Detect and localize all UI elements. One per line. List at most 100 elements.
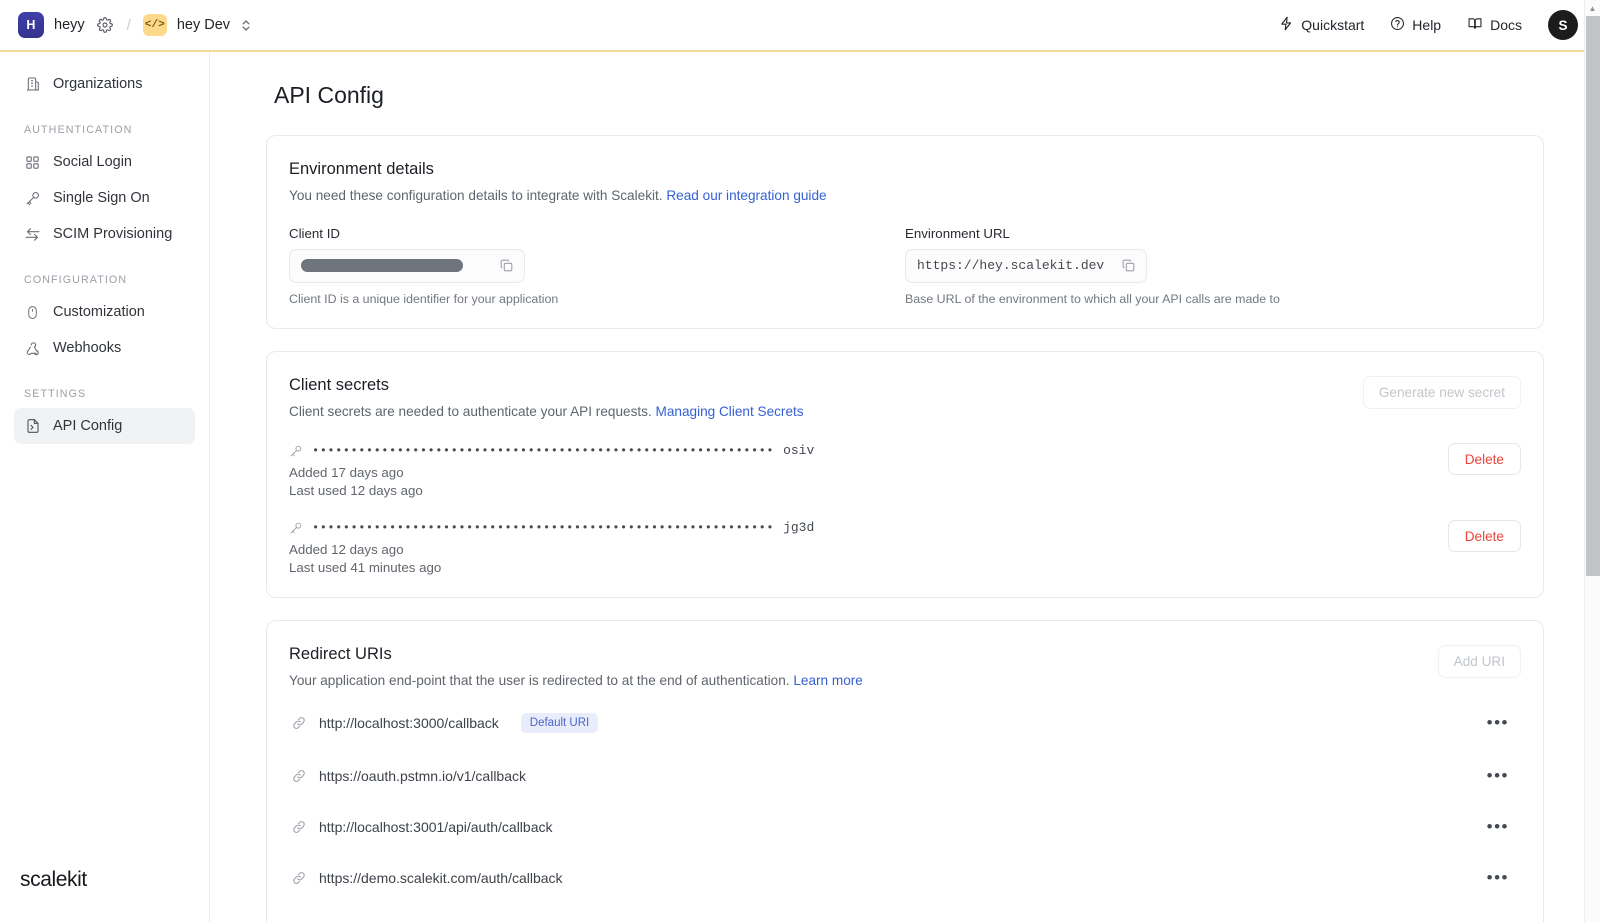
scalekit-brand-logo: scalekit	[0, 866, 209, 922]
client-id-label: Client ID	[289, 225, 340, 241]
secret-masked-value: ••••••••••••••••••••••••••••••••••••••••…	[312, 443, 775, 458]
sidebar-item-scim-provisioning[interactable]: SCIM Provisioning	[14, 216, 195, 252]
sidebar-nav: Organizations AUTHENTICATION Social Logi…	[0, 66, 209, 866]
redirect-uris-heading-block: Redirect URIs Your application end-point…	[289, 645, 863, 691]
sidebar-item-single-sign-on[interactable]: Single Sign On	[14, 180, 195, 216]
header-breadcrumb-area: H heyy / </> hey Dev	[18, 12, 252, 38]
content-container: API Config Environment details You need …	[210, 82, 1600, 922]
secret-added-date: Added 12 days ago	[289, 542, 404, 558]
sidebar-item-label: Social Login	[53, 154, 132, 170]
link-icon	[291, 715, 307, 731]
client-secrets-heading-block: Client secrets Client secrets are needed…	[289, 376, 804, 422]
redirect-uris-header: Redirect URIs Your application end-point…	[289, 645, 1521, 691]
redirect-uris-title: Redirect URIs	[289, 645, 392, 664]
app-root: H heyy / </> hey Dev Quickstart Help Doc…	[0, 0, 1600, 922]
header-actions: Quickstart Help Docs S	[1279, 10, 1578, 40]
environment-url-value: https://hey.scalekit.dev	[917, 258, 1105, 274]
secret-details: ••••••••••••••••••••••••••••••••••••••••…	[289, 520, 1448, 575]
ellipsis-icon[interactable]: •••	[1477, 714, 1519, 731]
building-icon	[24, 76, 41, 93]
client-id-field-group: Client ID Client ID is a unique identifi…	[289, 226, 905, 306]
organization-logo[interactable]: H	[18, 12, 44, 38]
quickstart-link[interactable]: Quickstart	[1279, 16, 1364, 34]
environment-name[interactable]: hey Dev	[177, 17, 230, 33]
ellipsis-icon[interactable]: •••	[1477, 869, 1519, 886]
environment-details-title: Environment details	[289, 160, 434, 178]
integration-guide-link[interactable]: Read our integration guide	[666, 188, 826, 203]
managing-client-secrets-link[interactable]: Managing Client Secrets	[656, 404, 804, 419]
sidebar-item-api-config[interactable]: API Config	[14, 408, 195, 444]
webhook-icon	[24, 340, 41, 357]
help-link[interactable]: Help	[1390, 16, 1441, 34]
copy-icon[interactable]	[1118, 256, 1138, 276]
client-secrets-card: Client secrets Client secrets are needed…	[266, 350, 1544, 599]
uri-left: http://localhost:3000/callback Default U…	[291, 713, 599, 734]
chevron-up-down-icon[interactable]	[240, 18, 252, 33]
uri-text: https://demo.scalekit.com/auth/callback	[319, 870, 563, 887]
ellipsis-icon[interactable]: •••	[1477, 818, 1519, 835]
help-label: Help	[1412, 17, 1442, 33]
environment-details-card: Environment details You need these confi…	[266, 135, 1544, 329]
link-icon	[291, 870, 307, 886]
client-id-field[interactable]	[289, 248, 525, 283]
sidebar: Organizations AUTHENTICATION Social Logi…	[0, 52, 210, 922]
environment-fields: Client ID Client ID is a unique identifi…	[289, 226, 1521, 306]
link-icon	[291, 768, 307, 784]
uri-row: http://localhost:3001/api/auth/callback …	[289, 806, 1521, 848]
secret-value-line: ••••••••••••••••••••••••••••••••••••••••…	[289, 443, 1448, 458]
sidebar-item-customization[interactable]: Customization	[14, 294, 195, 330]
key-icon	[24, 190, 41, 207]
ellipsis-icon[interactable]: •••	[1477, 767, 1519, 784]
redirect-uris-subtitle-text: Your application end-point that the user…	[289, 673, 790, 689]
page-scrollbar[interactable]: ▲	[1584, 0, 1600, 922]
key-icon	[289, 444, 303, 458]
environment-url-field[interactable]: https://hey.scalekit.dev	[905, 248, 1148, 283]
gear-icon[interactable]	[95, 15, 115, 35]
uri-left: http://localhost:3001/api/auth/callback	[291, 819, 553, 835]
body-layout: Organizations AUTHENTICATION Social Logi…	[0, 52, 1600, 922]
lightning-icon	[1279, 16, 1294, 34]
generate-new-secret-button[interactable]: Generate new secret	[1362, 375, 1521, 409]
environment-details-subtitle-text: You need these configuration details to …	[289, 188, 663, 203]
sidebar-item-webhooks[interactable]: Webhooks	[14, 330, 195, 366]
sidebar-item-label: SCIM Provisioning	[53, 226, 173, 242]
sidebar-item-social-login[interactable]: Social Login	[14, 144, 195, 180]
secret-suffix: jg3d	[783, 520, 815, 536]
sidebar-item-label: Single Sign On	[53, 190, 150, 206]
status-badge: Default URI	[520, 713, 599, 734]
sidebar-item-label: Organizations	[53, 76, 143, 92]
client-secrets-header: Client secrets Client secrets are needed…	[289, 375, 1521, 422]
secret-row: ••••••••••••••••••••••••••••••••••••••••…	[289, 443, 1521, 498]
main-content: API Config Environment details You need …	[210, 52, 1600, 922]
secret-added-date: Added 17 days ago	[289, 465, 404, 481]
scroll-up-arrow-icon[interactable]: ▲	[1585, 0, 1600, 16]
secret-suffix: osiv	[783, 443, 815, 459]
quickstart-label: Quickstart	[1301, 17, 1365, 33]
sidebar-item-organizations[interactable]: Organizations	[14, 66, 195, 102]
palette-icon	[24, 304, 41, 321]
uri-row: http://localhost:3001/ •••	[289, 908, 1521, 922]
avatar[interactable]: S	[1548, 10, 1578, 40]
copy-icon[interactable]	[496, 256, 516, 276]
environment-details-subtitle: You need these configuration details to …	[289, 186, 1521, 206]
uri-text: http://localhost:3001/api/auth/callback	[319, 819, 553, 836]
key-icon	[289, 521, 303, 535]
environment-url-label: Environment URL	[905, 225, 1010, 241]
learn-more-link[interactable]: Learn more	[793, 673, 863, 688]
uri-row: https://oauth.pstmn.io/v1/callback •••	[289, 755, 1521, 797]
organization-name[interactable]: heyy	[54, 17, 85, 33]
docs-link[interactable]: Docs	[1467, 16, 1522, 34]
redirect-uris-card: Redirect URIs Your application end-point…	[266, 620, 1544, 922]
sidebar-item-label: Customization	[53, 304, 145, 320]
add-uri-button[interactable]: Add URI	[1437, 645, 1521, 679]
client-secrets-subtitle: Client secrets are needed to authenticat…	[289, 402, 804, 422]
scrollbar-thumb[interactable]	[1586, 16, 1600, 576]
question-circle-icon	[1390, 16, 1405, 34]
client-secrets-subtitle-text: Client secrets are needed to authenticat…	[289, 403, 652, 419]
delete-secret-button[interactable]: Delete	[1447, 520, 1521, 553]
sidebar-item-label: API Config	[53, 418, 123, 434]
uri-row: https://demo.scalekit.com/auth/callback …	[289, 857, 1521, 899]
page-title: API Config	[274, 82, 384, 108]
delete-secret-button[interactable]: Delete	[1447, 443, 1521, 476]
link-icon	[291, 819, 307, 835]
